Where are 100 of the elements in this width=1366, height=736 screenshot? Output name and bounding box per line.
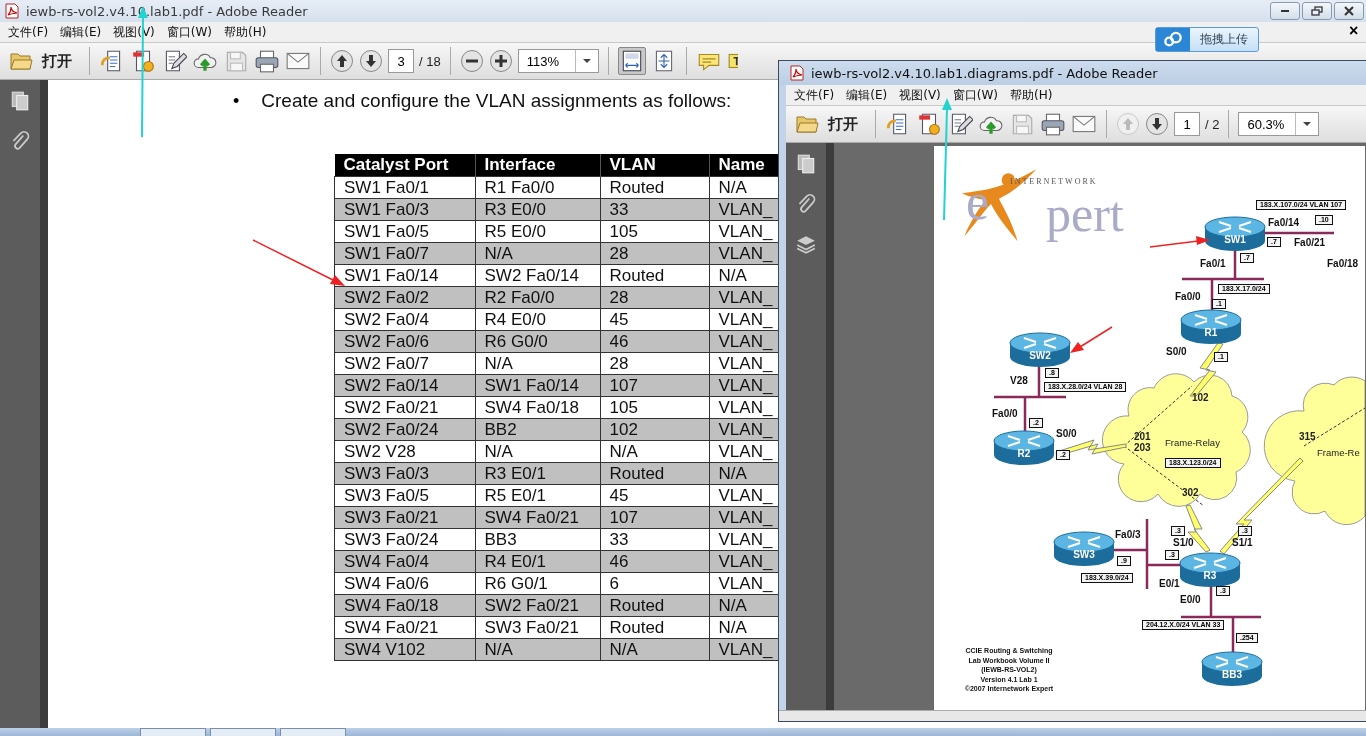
cloud-label: 102 <box>1192 392 1209 403</box>
table-cell: SW2 Fa0/14 <box>334 374 475 397</box>
menu-item[interactable]: 编辑(E) <box>840 86 894 104</box>
scroll-bar[interactable] <box>779 710 1366 721</box>
page-number-field[interactable]: 3 <box>388 49 414 73</box>
table-cell: SW2 Fa0/7 <box>334 352 475 375</box>
table-cell: R1 Fa0/0 <box>475 176 600 199</box>
table-cell: 33 <box>600 528 709 551</box>
interface-label: S1/1 <box>1232 537 1253 548</box>
open-button[interactable]: 打开 <box>8 49 80 73</box>
close-button[interactable] <box>1334 2 1364 20</box>
zoom-dropdown[interactable]: 113% <box>517 49 599 73</box>
table-cell: SW1 Fa0/3 <box>334 198 475 221</box>
table-cell: 105 <box>600 220 709 243</box>
document-gear-icon[interactable] <box>916 111 942 137</box>
router-icon <box>1180 309 1242 344</box>
printer-icon[interactable] <box>1040 111 1066 137</box>
device-label: R3 <box>1202 570 1218 581</box>
window-title: iewb-rs-vol2.v4.10.lab1.diagrams.pdf - Adobe Reader <box>811 65 1158 81</box>
interface-label: Fa0/0 <box>1175 291 1201 302</box>
table-cell: SW3 Fa0/21 <box>475 616 600 639</box>
table-cell: SW3 Fa0/3 <box>334 462 475 485</box>
menu-item[interactable]: 文件(F) <box>788 86 841 104</box>
table-cell: SW4 Fa0/4 <box>334 550 475 573</box>
next-page-button[interactable] <box>359 49 383 73</box>
interface-label: Fa0/0 <box>992 408 1018 419</box>
upload-button[interactable]: 拖拽上传 <box>1155 27 1259 52</box>
table-cell: SW3 Fa0/21 <box>334 506 475 529</box>
menu-item[interactable]: 视图(V) <box>893 86 947 104</box>
zoom-out-button[interactable] <box>459 49 484 73</box>
fit-page-icon[interactable] <box>617 47 646 75</box>
pages-icon[interactable] <box>795 153 817 175</box>
table-cell: SW2 Fa0/21 <box>334 396 475 419</box>
bullet: • <box>233 90 240 112</box>
interface-label: V28 <box>1010 375 1028 386</box>
taskbar-button[interactable] <box>210 728 276 736</box>
next-page-button[interactable] <box>1145 112 1169 136</box>
cloud-label: 203 <box>1134 442 1151 453</box>
menu-item[interactable]: 帮助(H) <box>1004 86 1059 104</box>
table-cell: Routed <box>600 264 709 287</box>
column-header: Catalyst Port <box>334 154 475 177</box>
device-label: SW2 <box>1028 350 1052 361</box>
cloud-icon <box>1156 28 1190 51</box>
minimize-button[interactable] <box>1270 2 1300 20</box>
document-gear-icon[interactable] <box>130 48 156 74</box>
interface-label: E0/0 <box>1180 594 1201 605</box>
device-label: R1 <box>1203 327 1219 338</box>
table-cell: SW2 Fa0/4 <box>334 308 475 331</box>
router-icon <box>1204 216 1266 251</box>
minimize-icon <box>1281 10 1289 12</box>
table-cell: SW4 Fa0/18 <box>334 594 475 617</box>
table-cell: SW4 V102 <box>334 638 475 661</box>
table-cell: 45 <box>600 308 709 331</box>
zoom-in-button[interactable] <box>488 49 513 73</box>
taskbar-button[interactable] <box>140 728 206 736</box>
router-icon <box>1179 552 1241 587</box>
table-cell: SW2 Fa0/2 <box>334 286 475 309</box>
close-button[interactable]: × <box>1349 22 1359 40</box>
link-line <box>1231 617 1235 654</box>
table-cell: R5 E0/0 <box>475 220 600 243</box>
link-line <box>1114 548 1147 552</box>
table-cell: SW1 Fa0/5 <box>334 220 475 243</box>
table-cell: N/A <box>475 352 600 375</box>
table-cell: SW1 Fa0/7 <box>334 242 475 265</box>
interface-label: Fa0/18 <box>1327 258 1359 269</box>
page-number-field[interactable]: 1 <box>1174 112 1200 136</box>
previous-page-button[interactable] <box>330 49 354 73</box>
menu-item[interactable]: 窗口(W) <box>946 86 1005 104</box>
open-button[interactable]: 打开 <box>794 112 866 136</box>
device-label: SW1 <box>1223 234 1247 245</box>
menu-item[interactable]: 文件(F) <box>2 23 55 41</box>
device-label: BB3 <box>1221 669 1243 680</box>
column-header: VLAN <box>600 154 709 177</box>
menu-item[interactable]: 窗口(W) <box>160 23 219 41</box>
device-label: R2 <box>1016 448 1032 459</box>
link-line <box>1147 563 1182 567</box>
table-cell: SW4 Fa0/18 <box>475 396 600 419</box>
table-cell: SW3 Fa0/5 <box>334 484 475 507</box>
pdf-file-icon <box>789 65 805 81</box>
menu-item[interactable]: 编辑(E) <box>54 23 108 41</box>
restore-button[interactable] <box>1302 2 1332 20</box>
zoom-dropdown[interactable]: 60.3% <box>1238 112 1320 136</box>
cloud-label: Frame-Re <box>1317 447 1360 458</box>
link-line <box>1265 231 1334 235</box>
annotation-arrow <box>1070 326 1113 353</box>
menu-item[interactable]: 帮助(H) <box>218 23 273 41</box>
table-cell: Routed <box>600 176 709 199</box>
pages-icon[interactable] <box>9 90 31 112</box>
interface-label: Fa0/21 <box>1294 237 1326 248</box>
table-cell: SW4 Fa0/21 <box>334 616 475 639</box>
table-cell: SW2 Fa0/6 <box>334 330 475 353</box>
interface-label: S0/0 <box>1056 428 1077 439</box>
interface-label: S1/0 <box>1173 537 1194 548</box>
paragraph-text: Create and configure the VLAN assignments as follows: <box>261 90 732 112</box>
table-cell: SW2 Fa0/24 <box>334 418 475 441</box>
interface-label: Fa0/3 <box>1115 529 1141 540</box>
printer-icon[interactable] <box>254 48 280 74</box>
cloud-label: 315 <box>1299 431 1316 442</box>
cloud-label: 302 <box>1182 487 1199 498</box>
taskbar-button[interactable] <box>280 728 346 736</box>
